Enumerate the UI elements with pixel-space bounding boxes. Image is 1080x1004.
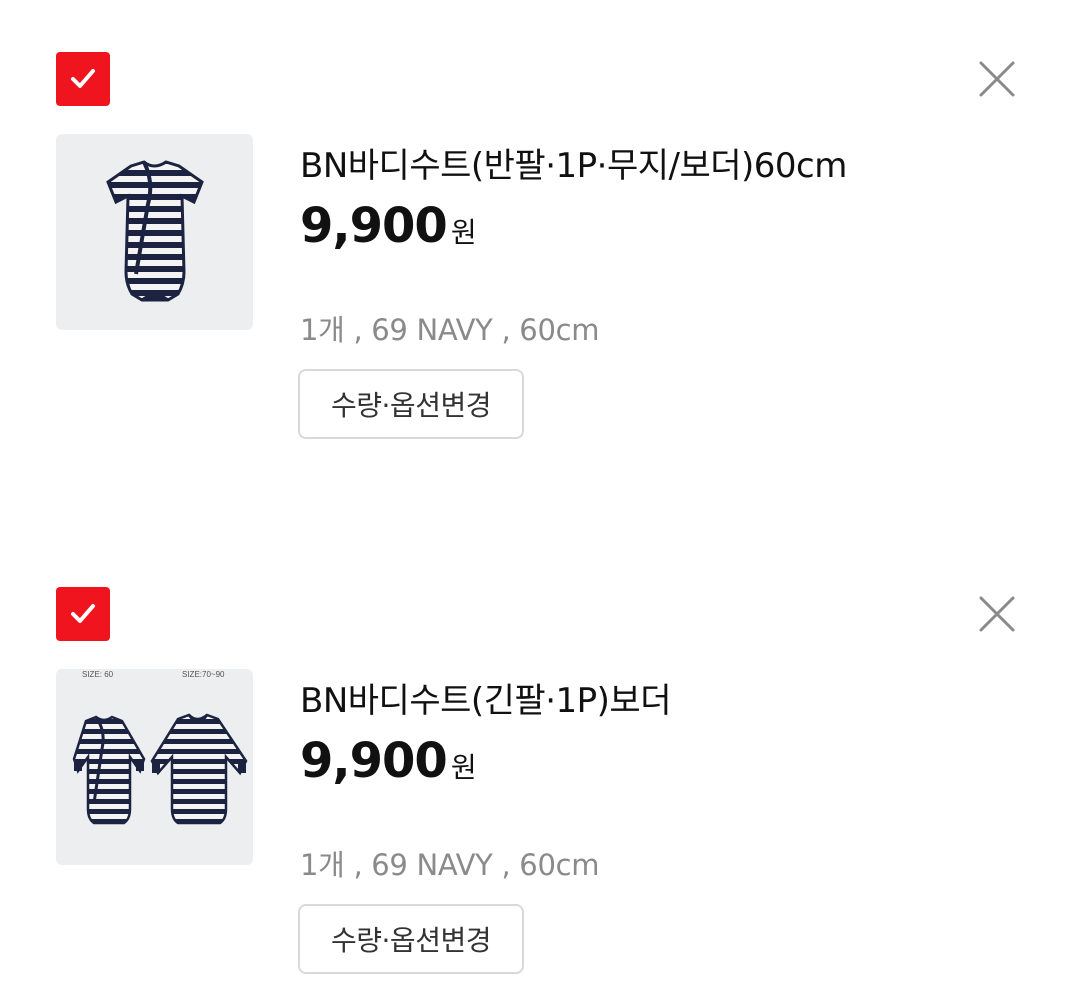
price-row: 9,900 원: [300, 733, 477, 789]
selected-options: 1개 , 69 NAVY , 60cm: [300, 848, 600, 882]
price-row: 9,900 원: [300, 198, 477, 254]
check-icon: [71, 69, 95, 88]
bodysuit-short-sleeve-image: [106, 160, 204, 302]
change-quantity-option-button[interactable]: 수량·옵션변경: [298, 904, 524, 974]
product-thumbnail[interactable]: [56, 134, 253, 330]
remove-item-button[interactable]: [972, 589, 1022, 639]
close-icon: [979, 61, 1015, 97]
image-size-label: SIZE: 60: [82, 670, 114, 679]
close-icon: [979, 596, 1015, 632]
item-select-checkbox[interactable]: [56, 587, 110, 641]
check-icon: [71, 604, 95, 623]
remove-item-button[interactable]: [972, 54, 1022, 104]
product-title[interactable]: BN바디수트(반팔·1P·무지/보더)60cm: [300, 138, 847, 187]
change-quantity-option-button[interactable]: 수량·옵션변경: [298, 369, 524, 439]
item-select-checkbox[interactable]: [56, 52, 110, 106]
bodysuit-long-sleeve-image: SIZE: 60 SIZE:70~90: [72, 670, 248, 825]
product-price: 9,900: [300, 733, 448, 789]
currency-label: 원: [450, 216, 477, 249]
product-thumbnail[interactable]: SIZE: 60 SIZE:70~90: [56, 669, 253, 865]
product-title[interactable]: BN바디수트(긴팔·1P)보더: [300, 673, 671, 722]
selected-options: 1개 , 69 NAVY , 60cm: [300, 313, 600, 347]
image-size-label: SIZE:70~90: [182, 670, 225, 679]
cart-item: SIZE: 60 SIZE:70~90 BN바디수트(긴팔·1P)보더 9,90…: [0, 535, 1080, 975]
currency-label: 원: [450, 751, 477, 784]
cart-item: BN바디수트(반팔·1P·무지/보더)60cm 9,900 원 1개 , 69 …: [0, 0, 1080, 440]
product-price: 9,900: [300, 198, 448, 254]
